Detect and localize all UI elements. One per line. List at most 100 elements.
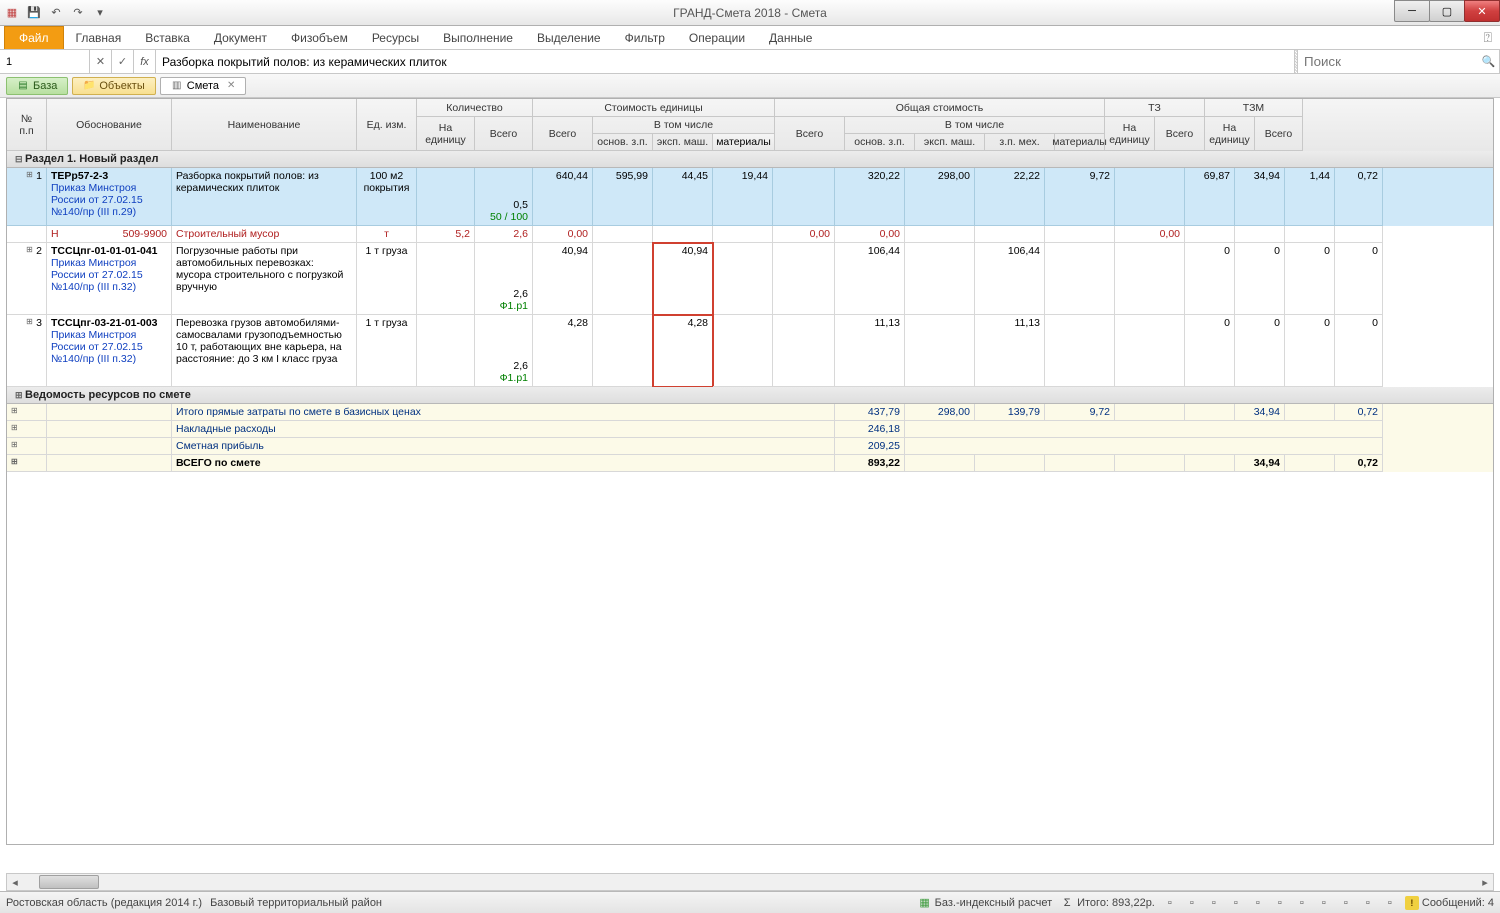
col-tzm[interactable]: ТЗМ [1205,99,1303,117]
fx-icon[interactable]: fx [134,50,156,73]
col-tz-u[interactable]: На единицу [1105,117,1155,151]
tool-icon[interactable]: ▫ [1383,896,1397,910]
col-osn[interactable]: основ. з.п. [593,134,653,151]
document-tabs: ▤ База 📁 Объекты ▥ Смета ✕ [0,74,1500,98]
ribbon-tab[interactable]: Операции [677,26,757,49]
section-header[interactable]: ⊟ Раздел 1. Новый раздел [7,151,1493,168]
name-box[interactable]: 1 [0,50,90,73]
status-messages[interactable]: ! Сообщений: 4 [1405,896,1494,910]
horizontal-scrollbar[interactable]: ◂ ▸ [6,873,1494,891]
total-row[interactable]: ⊞ ВСЕГО по смете 893,22 34,94 0,72 [7,455,1493,472]
section-header[interactable]: ⊞ Ведомость ресурсов по смете [7,387,1493,404]
tool-icon[interactable]: ▫ [1361,896,1375,910]
col-qty-unit[interactable]: На единицу [417,117,475,151]
search-input[interactable] [1298,50,1478,73]
cell: 9,72 [1045,404,1115,421]
scroll-right-icon[interactable]: ▸ [1477,876,1493,889]
ribbon-tab[interactable]: Документ [202,26,279,49]
scroll-left-icon[interactable]: ◂ [7,876,23,889]
tool-icon[interactable]: ▫ [1339,896,1353,910]
cell-npp: ⊞1 [7,168,47,226]
ribbon-tab[interactable]: Ресурсы [360,26,431,49]
status-region: Ростовская область (редакция 2014 г.) [6,897,202,909]
col-obos[interactable]: Обоснование [47,99,172,151]
tool-icon[interactable]: ▫ [1207,896,1221,910]
tool-icon[interactable]: ▫ [1273,896,1287,910]
close-button[interactable]: ✕ [1464,0,1500,22]
cell: 2,6 [475,226,533,243]
table-row[interactable]: ⊞1 ТЕРр57-2-3Приказ Минстроя России от 2… [7,168,1493,226]
col-ct-total[interactable]: Всего [775,117,845,151]
ribbon-tab[interactable]: Главная [64,26,134,49]
formula-accept-icon[interactable]: ✓ [112,50,134,73]
cell [713,315,773,387]
col-cu-mat[interactable]: материалы [713,134,775,151]
table-row[interactable]: Н509-9900 Строительный мусор т 5,2 2,6 0… [7,226,1493,243]
tab-objects[interactable]: 📁 Объекты [72,77,155,95]
col-name[interactable]: Наименование [172,99,357,151]
expand-icon[interactable]: ⊞ [15,390,23,401]
col-incl2[interactable]: В том числе [845,117,1105,134]
col-ct-eksp[interactable]: эксп. маш. [915,134,985,151]
tool-icon[interactable]: ▫ [1185,896,1199,910]
col-ct-osn[interactable]: основ. з.п. [845,134,915,151]
cell: 437,79 [835,404,905,421]
close-icon[interactable]: ✕ [227,80,235,91]
collapse-icon[interactable]: ⊟ [15,154,23,165]
table-row[interactable]: ⊞2 ТССЦпг-01-01-01-041Приказ Минстроя Ро… [7,243,1493,315]
undo-icon[interactable]: ↶ [48,5,64,21]
tool-icon[interactable]: ▫ [1229,896,1243,910]
status-calc-mode[interactable]: ▦ Баз.-индексный расчет [918,896,1052,910]
col-qty-total[interactable]: Всего [475,117,533,151]
section-title: Ведомость ресурсов по смете [25,389,191,401]
ribbon-tab[interactable]: Данные [757,26,824,49]
tool-icon[interactable]: ▫ [1295,896,1309,910]
save-icon[interactable]: 💾 [26,5,42,21]
formula-input[interactable] [156,50,1294,73]
col-tz-t[interactable]: Всего [1155,117,1205,151]
tool-icon[interactable]: ▫ [1163,896,1177,910]
cell: 298,00 [905,404,975,421]
cell [1185,226,1235,243]
cell: 209,25 [835,438,905,455]
table-row[interactable]: ⊞3 ТССЦпг-03-21-01-003Приказ Минстроя Ро… [7,315,1493,387]
qa-more-icon[interactable]: ▾ [92,5,108,21]
ribbon-tab[interactable]: Выполнение [431,26,525,49]
cell [1285,226,1335,243]
ribbon-tab[interactable]: Физобъем [279,26,360,49]
ribbon-tab[interactable]: Выделение [525,26,613,49]
col-cost-total[interactable]: Общая стоимость [775,99,1105,117]
status-total[interactable]: Σ Итого: 893,22р. [1060,896,1155,910]
col-ct-zpmex[interactable]: з.п. мех. [985,134,1055,151]
formula-cancel-icon[interactable]: ✕ [90,50,112,73]
col-tz[interactable]: ТЗ [1105,99,1205,117]
scroll-thumb[interactable] [39,875,99,889]
tool-icon[interactable]: ▫ [1251,896,1265,910]
tool-icon[interactable]: ▫ [1317,896,1331,910]
ribbon-tab[interactable]: Вставка [133,26,202,49]
col-qty[interactable]: Количество [417,99,533,117]
summary-row[interactable]: ⊞ Накладные расходы 246,18 [7,421,1493,438]
cell [1115,404,1185,421]
col-unit[interactable]: Ед. изм. [357,99,417,151]
col-tzm-t[interactable]: Всего [1255,117,1303,151]
summary-row[interactable]: ⊞ Итого прямые затраты по смете в базисн… [7,404,1493,421]
redo-icon[interactable]: ↷ [70,5,86,21]
col-eksp[interactable]: эксп. маш. [653,134,713,151]
cell [1115,243,1185,315]
help-icon[interactable]: ⍰ [1484,26,1492,49]
col-incl[interactable]: В том числе [593,117,775,134]
col-cost-unit[interactable]: Стоимость единицы [533,99,775,117]
col-cu-total[interactable]: Всего [533,117,593,151]
minimize-button[interactable]: ─ [1394,0,1430,22]
col-ct-mat[interactable]: материалы [1055,134,1105,151]
col-npp[interactable]: № п.п [7,99,47,151]
tab-smeta[interactable]: ▥ Смета ✕ [160,77,247,95]
summary-row[interactable]: ⊞ Сметная прибыль 209,25 [7,438,1493,455]
col-tzm-u[interactable]: На единицу [1205,117,1255,151]
tab-baza[interactable]: ▤ База [6,77,68,95]
ribbon-tab[interactable]: Фильтр [613,26,677,49]
maximize-button[interactable]: ▢ [1429,0,1465,22]
file-tab[interactable]: Файл [4,26,64,49]
search-icon[interactable]: 🔍 [1478,50,1500,73]
